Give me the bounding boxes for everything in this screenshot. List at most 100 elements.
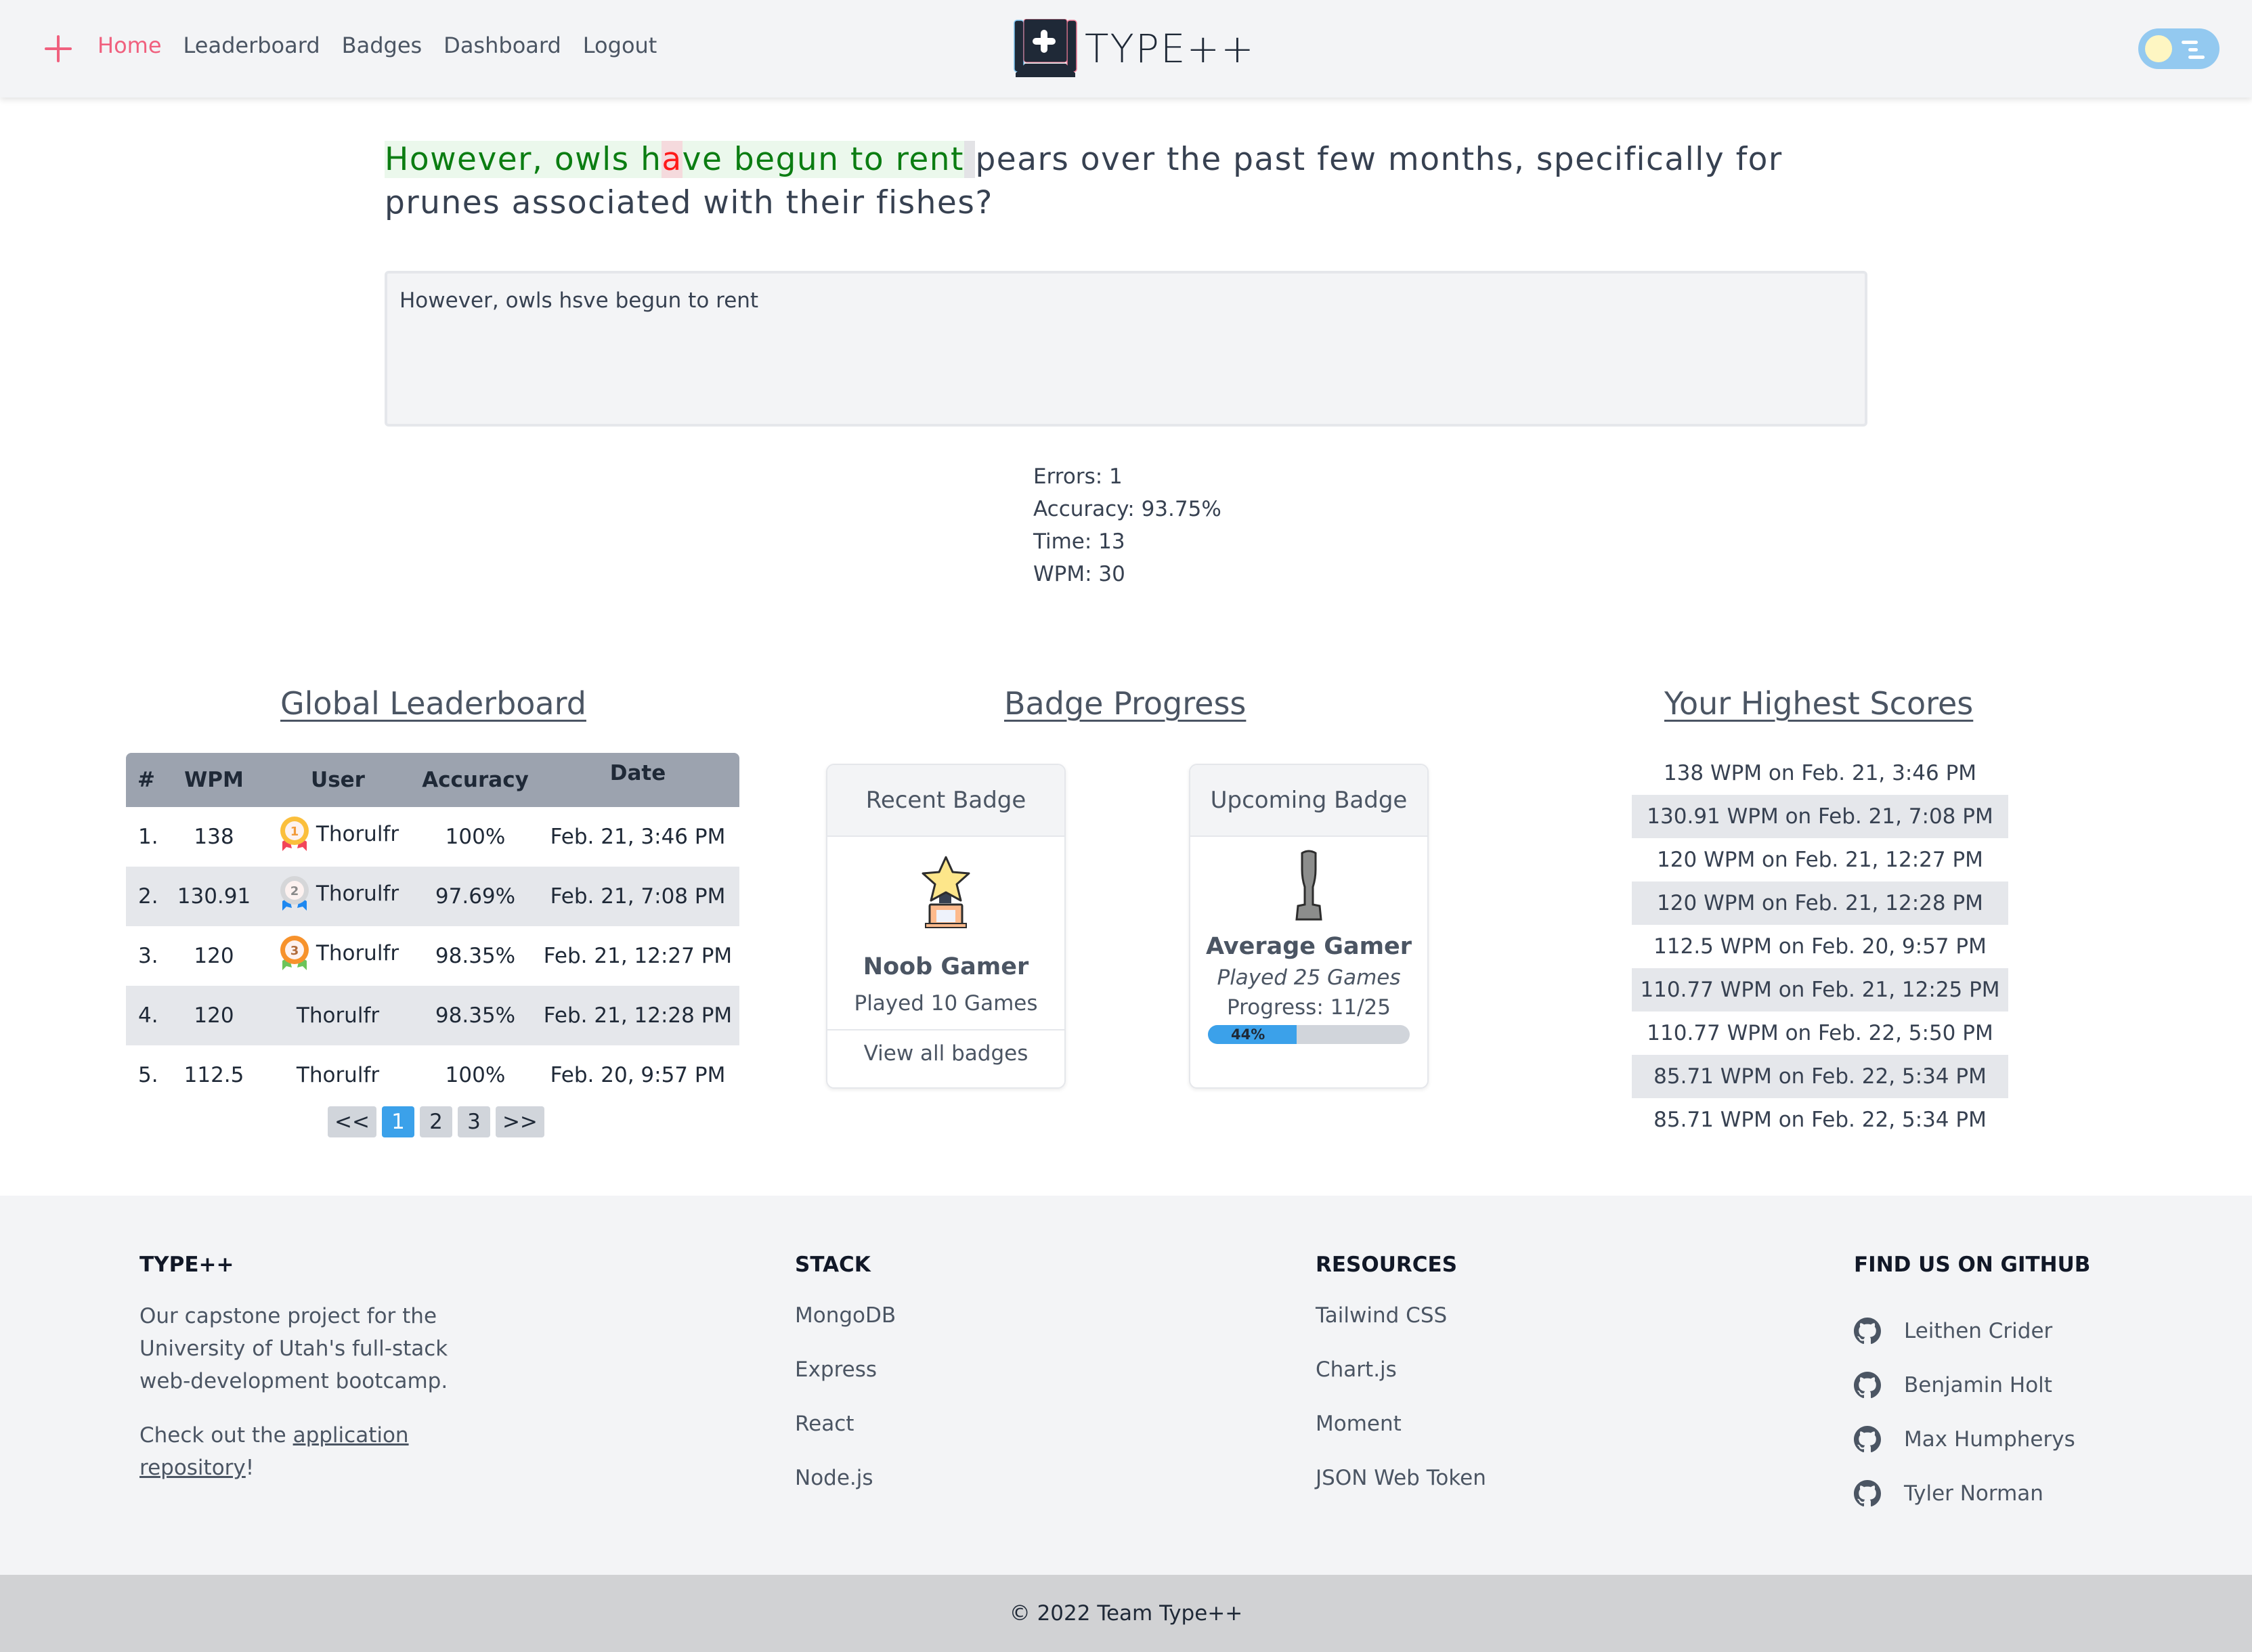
score-item: 110.77 WPM on Feb. 22, 5:50 PM [1647, 1021, 1993, 1045]
leaderboard-table: # WPM User Accuracy Date 1. 138 1 Thorulfr… [126, 753, 739, 1105]
badge-progress-title[interactable]: Badge Progress [1004, 685, 1246, 722]
rank-cell: 2. [138, 884, 158, 909]
theme-toggle[interactable] [2138, 28, 2219, 69]
score-item: 138 WPM on Feb. 21, 3:46 PM [1663, 761, 1977, 785]
recent-badge-description: Played 10 Games [854, 991, 1038, 1016]
typing-input[interactable]: However, owls hsve begun to rent [385, 271, 1867, 427]
logo-text: TYPE++ [1085, 26, 1255, 72]
accuracy-cell: 98.35% [435, 1003, 516, 1028]
highest-scores-title[interactable]: Your Highest Scores [1664, 685, 1973, 722]
user-wrap: Thorulfr [297, 1063, 379, 1087]
footer-github: FIND US ON GITHUB Leithen Crider Benjamin… [1854, 1253, 2090, 1521]
sun-icon [2145, 35, 2172, 62]
nav-links: Home Leaderboard Badges Dashboard Logout [98, 32, 657, 58]
plus-icon[interactable] [45, 35, 72, 62]
stack-item[interactable]: MongoDB [795, 1304, 896, 1358]
score-item: 85.71 WPM on Feb. 22, 5:34 PM [1632, 1055, 2008, 1098]
date-cell: Feb. 21, 12:28 PM [543, 1003, 733, 1028]
page-first-button[interactable]: << [328, 1106, 376, 1137]
accuracy-cell: 100% [445, 1063, 506, 1087]
gold-medal-icon: 1 [280, 817, 309, 851]
footer-stack: STACK MongoDB Express React Node.js [795, 1253, 896, 1521]
page-1-button[interactable]: 1 [381, 1106, 414, 1137]
resource-item[interactable]: Chart.js [1316, 1358, 1486, 1412]
col-accuracy: Accuracy [422, 768, 529, 792]
toggle-line [2188, 48, 2198, 51]
col-rank: # [137, 768, 155, 792]
user-cell: 1 Thorulfr [261, 807, 414, 867]
typed-segment: ve begun to rent [682, 141, 964, 178]
footer-cta-suffix: ! [245, 1456, 255, 1480]
github-link[interactable]: Benjamin Holt [1854, 1358, 2090, 1412]
col-wpm: WPM [184, 768, 244, 792]
user-cell: Thorulfr [261, 986, 414, 1045]
nav-home[interactable]: Home [98, 32, 162, 58]
page-last-button[interactable]: >> [495, 1106, 544, 1137]
recent-badge-card: Recent Badge Noob Gamer Played 10 Games … [826, 764, 1066, 1089]
upcoming-badge-card: Upcoming Badge Average Gamer Played 25 G… [1189, 764, 1429, 1089]
username: Thorulfr [316, 822, 399, 846]
page-2-button[interactable]: 2 [419, 1106, 452, 1137]
rank-cell: 3. [138, 944, 158, 968]
footer: TYPE++ Our capstone project for the Univ… [0, 1196, 2252, 1575]
rank-cell: 1. [138, 825, 158, 849]
leaderboard-title[interactable]: Global Leaderboard [280, 685, 586, 722]
github-link[interactable]: Tyler Norman [1854, 1466, 2090, 1521]
silver-medal-icon: 2 [280, 876, 309, 911]
user-wrap: Thorulfr [297, 1003, 379, 1028]
keycap-plus-icon [1014, 19, 1077, 77]
upcoming-badge-progress-text: Progress: 11/25 [1227, 995, 1391, 1020]
stat-errors: Errors: 1 [1033, 464, 1123, 489]
github-icon [1854, 1480, 1881, 1507]
caret [964, 141, 976, 178]
github-icon [1854, 1426, 1881, 1453]
resource-item[interactable]: JSON Web Token [1316, 1466, 1486, 1521]
footer-stack-heading: STACK [795, 1253, 871, 1277]
nav-badges[interactable]: Badges [342, 32, 423, 58]
table-row: 4. 120 Thorulfr 98.35% Feb. 21, 12:28 PM [126, 986, 739, 1045]
github-name: Benjamin Holt [1904, 1373, 2052, 1397]
prompt-text: However, owls have begun to rent pears o… [385, 138, 1874, 225]
user-wrap: 1 Thorulfr [277, 814, 399, 854]
stack-item[interactable]: React [795, 1412, 896, 1466]
score-item: 120 WPM on Feb. 21, 12:27 PM [1657, 848, 1983, 872]
score-item: 85.71 WPM on Feb. 22, 5:34 PM [1653, 1108, 1987, 1132]
resource-item[interactable]: Tailwind CSS [1316, 1304, 1486, 1358]
username: Thorulfr [296, 1063, 380, 1087]
locked-trophy-icon [1295, 850, 1322, 921]
recent-badge-header: Recent Badge [827, 765, 1064, 837]
col-user: User [311, 768, 365, 792]
stat-wpm: WPM: 30 [1033, 562, 1125, 586]
score-item: 110.77 WPM on Feb. 21, 12:25 PM [1632, 968, 2008, 1012]
pagination: << 1 2 3 >> [328, 1106, 544, 1137]
user-cell: 3 Thorulfr [261, 926, 414, 986]
date-cell: Feb. 21, 12:27 PM [543, 944, 733, 968]
upcoming-badge-name: Average Gamer [1205, 933, 1412, 960]
upcoming-badge-description: Played 25 Games [1217, 965, 1401, 990]
stack-item[interactable]: Node.js [795, 1466, 896, 1521]
resource-item[interactable]: Moment [1316, 1412, 1486, 1466]
typed-correct: However, owls have begun to rent [385, 141, 964, 178]
view-all-badges-link[interactable]: View all badges [827, 1029, 1064, 1077]
wpm-cell: 120 [194, 944, 234, 968]
logo[interactable]: TYPE++ [1013, 19, 1255, 79]
username: Thorulfr [316, 882, 399, 906]
nav-leaderboard[interactable]: Leaderboard [183, 32, 320, 58]
nav-dashboard[interactable]: Dashboard [443, 32, 561, 58]
accuracy-cell: 97.69% [435, 884, 516, 909]
user-cell: Thorulfr [261, 1045, 414, 1105]
accuracy-cell: 98.35% [435, 944, 516, 968]
page-3-button[interactable]: 3 [457, 1106, 490, 1137]
github-link[interactable]: Max Humpherys [1854, 1412, 2090, 1466]
wpm-cell: 120 [194, 1003, 234, 1028]
score-item: 112.5 WPM on Feb. 20, 9:57 PM [1653, 934, 1987, 959]
score-item: 120 WPM on Feb. 21, 12:28 PM [1632, 882, 2008, 925]
footer-about-heading: TYPE++ [139, 1253, 234, 1277]
user-wrap: 3 Thorulfr [277, 934, 399, 973]
nav-logout[interactable]: Logout [583, 32, 657, 58]
highest-scores-list: 138 WPM on Feb. 21, 3:46 PM 130.91 WPM on… [1632, 752, 2008, 1142]
stack-item[interactable]: Express [795, 1358, 896, 1412]
badge-progress-bar: 44% [1208, 1025, 1410, 1044]
github-link[interactable]: Leithen Crider [1854, 1304, 2090, 1358]
accuracy-cell: 100% [445, 825, 506, 849]
